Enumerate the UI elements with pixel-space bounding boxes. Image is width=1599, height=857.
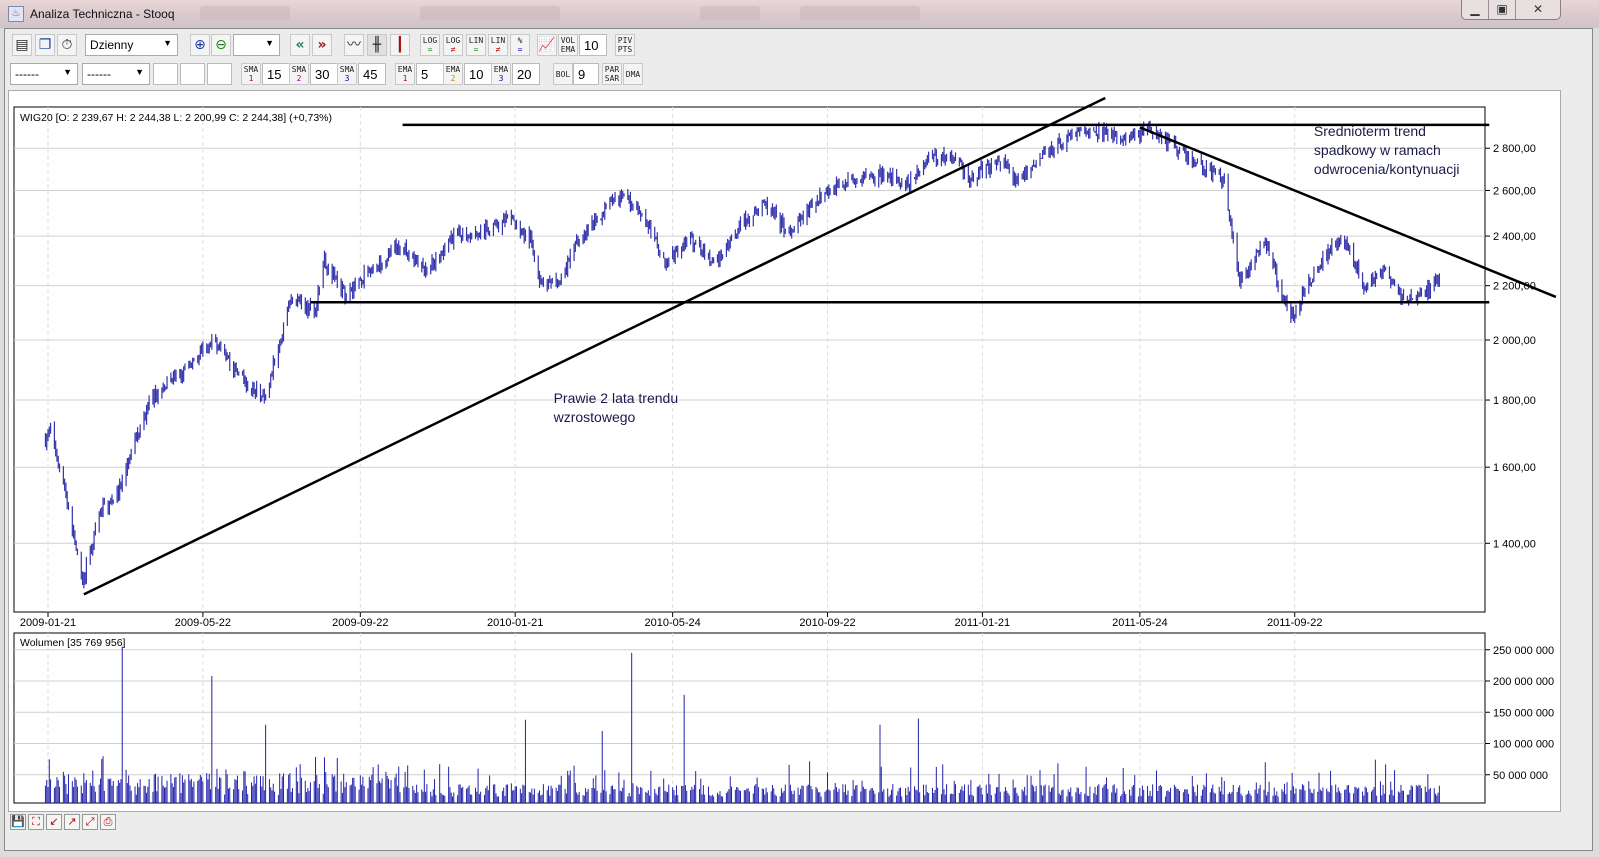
price-volume-chart[interactable]: 1 400,001 600,001 800,002 000,002 200,00… [0,0,1599,857]
y-tick-label: 2 800,00 [1493,143,1536,155]
save-icon[interactable]: 💾 [10,814,26,830]
annotation-text: Prawie 2 lata trendu [554,390,679,406]
volume-y-tick-label: 100 000 000 [1493,739,1554,751]
y-tick-label: 1 800,00 [1493,395,1536,407]
volume-pane [13,632,1486,804]
y-tick-label: 2 000,00 [1493,335,1536,347]
print-icon[interactable]: ⎙ [100,814,116,830]
volume-label: Wolumen [35 769 956] [20,637,126,649]
x-tick-label: 2010-09-22 [799,617,855,629]
y-tick-label: 1 400,00 [1493,538,1536,550]
volume-y-tick-label: 250 000 000 [1493,645,1554,657]
fit-icon[interactable]: ⛶ [28,814,44,830]
x-tick-label: 2011-01-21 [955,617,1010,629]
x-tick-label: 2009-05-22 [175,617,231,629]
annotation-text: wzrostowego [553,409,636,425]
x-tick-label: 2009-01-21 [20,617,76,629]
x-tick-label: 2011-05-24 [1112,617,1167,629]
annotation-text: spadkowy w ramach [1314,142,1441,158]
x-tick-label: 2010-01-21 [487,617,543,629]
x-tick-label: 2010-05-24 [644,617,700,629]
annotation-text: odwrocenia/kontynuacji [1314,161,1460,177]
expand-icon[interactable]: ⤢ [82,814,98,830]
x-tick-label: 2011-09-22 [1267,617,1322,629]
y-tick-label: 2 600,00 [1493,185,1536,197]
annotation-text: Srednioterm trend [1314,123,1426,139]
x-tick-label: 2009-09-22 [332,617,388,629]
y-tick-label: 1 600,00 [1493,462,1536,474]
instrument-ohlc-label: WIG20 [O: 2 239,67 H: 2 244,38 L: 2 200,… [20,112,332,124]
volume-y-tick-label: 50 000 000 [1493,770,1548,782]
price-pane [13,106,1486,613]
bottom-toolbar: 💾 ⛶ ↙ ↗ ⤢ ⎙ [10,814,116,830]
y-tick-label: 2 400,00 [1493,231,1536,243]
zoom-in-arrow-icon[interactable]: ↙ [46,814,62,830]
volume-y-tick-label: 150 000 000 [1493,707,1554,719]
zoom-out-arrow-icon[interactable]: ↗ [64,814,80,830]
volume-y-tick-label: 200 000 000 [1493,676,1554,688]
